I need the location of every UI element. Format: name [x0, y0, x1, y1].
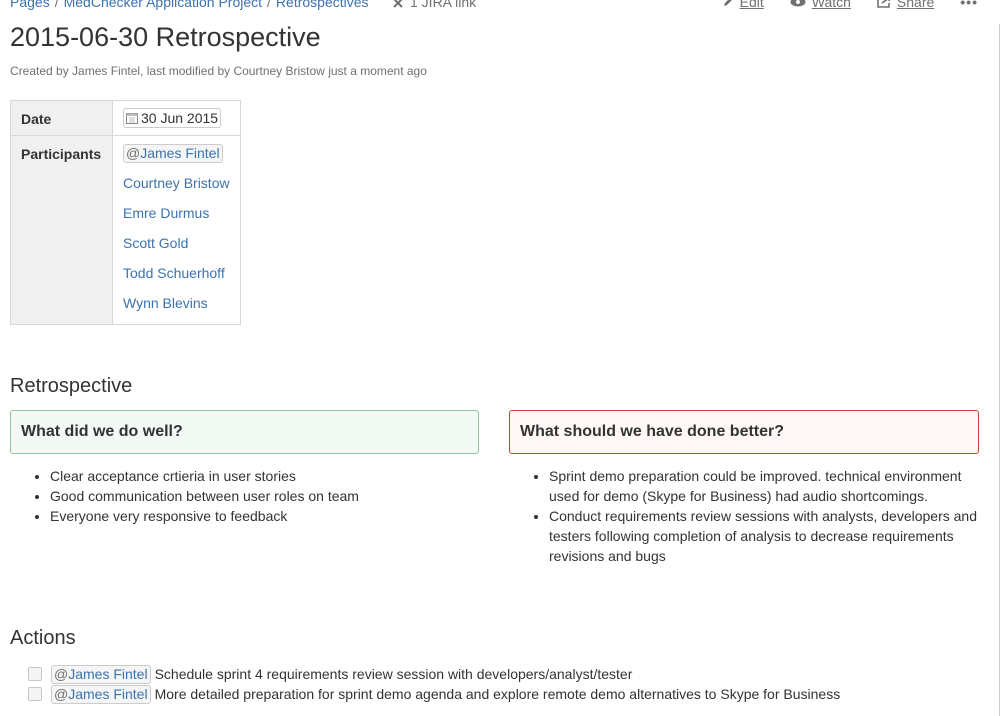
list-item: Sprint demo preparation could be improve…: [549, 466, 994, 506]
byline-created-prefix: Created by: [10, 64, 69, 78]
list-item: Clear acceptance crtieria in user storie…: [50, 466, 480, 486]
well-panel-title: What did we do well?: [21, 423, 183, 440]
task-checkbox[interactable]: [28, 687, 42, 701]
task-assignee-mention[interactable]: @James Fintel: [51, 664, 151, 684]
page-byline: Created by James Fintel, last modified b…: [10, 64, 427, 78]
task-assignee-name: James Fintel: [68, 665, 148, 682]
watch-label: Watch: [811, 0, 851, 10]
byline-modifier-link[interactable]: Courtney Bristow: [233, 64, 324, 78]
share-button[interactable]: Share: [877, 0, 934, 10]
breadcrumb-separator: /: [54, 0, 59, 10]
calendar-icon: [126, 113, 138, 124]
participants-label: Participants: [10, 135, 113, 325]
task-checkbox[interactable]: [28, 667, 42, 681]
task-list: @James Fintel Schedule sprint 4 requirem…: [28, 664, 840, 704]
share-label: Share: [896, 0, 935, 10]
better-panel-title: What should we have done better?: [520, 423, 785, 440]
participant-link[interactable]: Courtney Bristow: [123, 168, 230, 198]
eye-icon: [790, 0, 806, 7]
byline-modified-prefix: , last modified by: [140, 64, 231, 78]
details-table: Date 30 Jun 2015 Participants @James Fin…: [10, 100, 241, 325]
watch-button[interactable]: Watch: [790, 0, 851, 10]
details-row-date: Date 30 Jun 2015: [10, 100, 241, 136]
task-text: Schedule sprint 4 requirements review se…: [154, 666, 633, 682]
details-row-participants: Participants @James Fintel Courtney Bris…: [10, 135, 241, 325]
participant-link[interactable]: Todd Schuerhoff: [123, 258, 230, 288]
breadcrumb-pages[interactable]: Pages: [10, 0, 50, 10]
participant-item: @James Fintel: [123, 144, 230, 168]
date-lozenge[interactable]: 30 Jun 2015: [123, 108, 222, 128]
pencil-icon: [723, 0, 732, 6]
participant-name: James Fintel: [140, 145, 220, 161]
share-icon: [877, 0, 891, 8]
jira-link[interactable]: 1 JIRA link: [393, 0, 476, 10]
date-label: Date: [10, 100, 113, 136]
page-actions: Edit Watch Share •••: [722, 0, 978, 10]
list-item: Good communication between user roles on…: [50, 486, 480, 506]
jira-link-label: 1 JIRA link: [410, 0, 477, 10]
task-item: @James Fintel More detailed preparation …: [28, 684, 840, 704]
participant-link[interactable]: Scott Gold: [123, 228, 230, 258]
date-value: 30 Jun 2015: [141, 110, 219, 126]
at-icon: @: [54, 685, 69, 702]
byline-time-link[interactable]: just a moment ago: [328, 64, 427, 78]
at-icon: @: [54, 665, 69, 682]
well-list: Clear acceptance crtieria in user storie…: [30, 466, 480, 526]
well-panel: What did we do well?: [10, 410, 479, 454]
more-actions-button[interactable]: •••: [960, 0, 978, 10]
task-assignee-mention[interactable]: @James Fintel: [51, 684, 151, 704]
breadcrumb-project[interactable]: MedChecker Application Project: [64, 0, 262, 10]
jira-link-icon: [393, 0, 403, 8]
breadcrumb-retrospectives[interactable]: Retrospectives: [276, 0, 369, 10]
participants-cell: @James Fintel Courtney Bristow Emre Durm…: [112, 135, 241, 325]
page-title: 2015-06-30 Retrospective: [10, 22, 321, 52]
better-panel: What should we have done better?: [509, 410, 979, 454]
at-icon: @: [126, 145, 141, 161]
better-list: Sprint demo preparation could be improve…: [529, 466, 994, 566]
date-cell: 30 Jun 2015: [112, 100, 241, 136]
participant-link[interactable]: Wynn Blevins: [123, 288, 230, 318]
list-item: Conduct requirements review sessions wit…: [549, 506, 994, 566]
edit-label: Edit: [739, 0, 764, 10]
byline-creator-link[interactable]: James Fintel: [72, 64, 140, 78]
retrospective-heading: Retrospective: [10, 375, 133, 397]
task-assignee-name: James Fintel: [68, 685, 148, 702]
actions-heading: Actions: [10, 627, 76, 649]
breadcrumb: Pages / MedChecker Application Project / Ret…: [10, 0, 369, 10]
task-item: @James Fintel Schedule sprint 4 requirem…: [28, 664, 840, 684]
edit-button[interactable]: Edit: [722, 0, 764, 10]
participant-mention[interactable]: @James Fintel: [123, 144, 223, 163]
breadcrumb-separator: /: [267, 0, 271, 10]
task-text: More detailed preparation for sprint dem…: [154, 686, 841, 702]
list-item: Everyone very responsive to feedback: [50, 506, 480, 526]
participant-link[interactable]: Emre Durmus: [123, 198, 230, 228]
